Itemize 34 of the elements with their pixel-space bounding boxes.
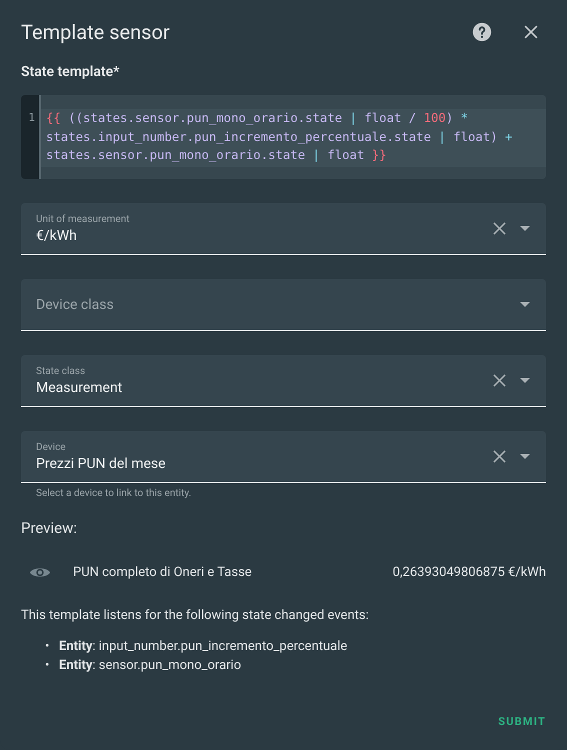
select-field[interactable]: Unit of measurement €/kWh [21,203,546,255]
line-number: 1 [28,111,35,124]
bullet: • [45,657,50,675]
template-label: State template* [21,64,120,80]
clear-icon[interactable] [493,450,506,463]
submit-button[interactable]: SUBMIT [498,711,546,732]
field-value: Prezzi PUN del mese [36,456,167,472]
caret-icon[interactable] [520,378,530,383]
caret-icon[interactable] [520,302,530,307]
code-editor[interactable]: 1 {{ ((states.sensor.pun_mono_orario.state | float / 100) * states.input_number.pun_incremento_percentuale.state | float) + states.sensor.pun_mono_orario.state | float }} [21,95,546,179]
entity-state: 0,26393049806875 €/kWh [392,565,546,580]
helper-text: Select a device to link to this entity. [36,488,192,499]
entity-list-item: Entity: sensor.pun_mono_orario [59,657,242,675]
clear-icon[interactable] [493,222,506,235]
field-label: Device class [36,296,115,312]
preview-heading: Preview: [21,519,78,537]
caret-icon[interactable] [520,454,530,459]
field-label: Unit of measurement [36,214,131,224]
field-label: Device [36,442,67,452]
caret-icon[interactable] [520,226,530,231]
select-field[interactable]: Device Prezzi PUN del mese [21,431,546,483]
help-icon[interactable] [471,21,493,43]
dialog-title: Template sensor [21,20,170,44]
field-value: Measurement [36,380,124,396]
bullet: • [45,638,50,656]
field-value: €/kWh [36,228,78,244]
field-label: State class [36,366,86,376]
code-line: {{ ((states.sensor.pun_mono_orario.state | float / 100) * states.input_number.pun_incremento_percentuale.state | float) + states.sensor.pun_mono_orario.state | float }} [46,110,514,164]
select-field[interactable]: Device class [21,279,546,331]
entity-name: PUN completo di Oneri e Tasse [73,565,253,580]
clear-icon[interactable] [493,374,506,387]
entity-list-item: Entity: input_number.pun_incremento_percentuale [59,638,348,656]
listens-text: This template listens for the following state changed events: [21,608,370,623]
select-field[interactable]: State class Measurement [21,355,546,407]
